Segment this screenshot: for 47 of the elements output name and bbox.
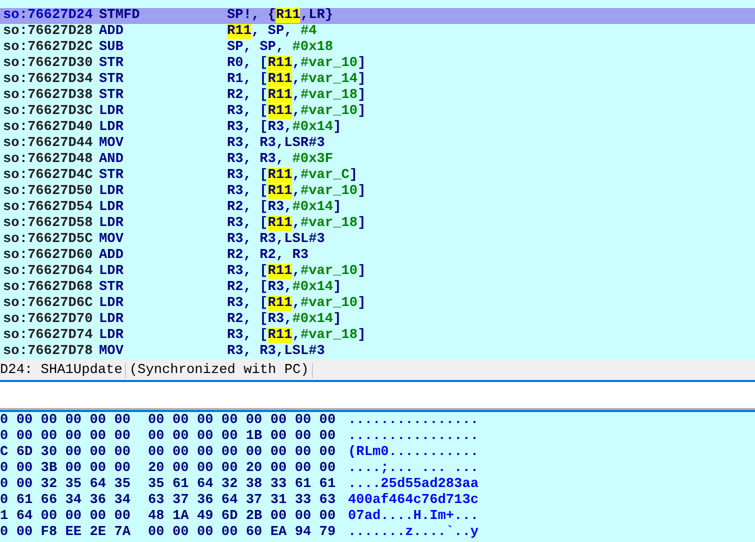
ascii-text: (RLm0...........: [348, 445, 479, 461]
disassembly-line[interactable]: so:76627D78 MOV R3, R3,LSL#3: [0, 344, 755, 360]
disassembly-line[interactable]: so:76627D70 LDR R2, [R3,#0x14]: [0, 312, 755, 328]
hex-bytes: 00 00 00 00 00 00 00 00: [148, 413, 337, 429]
hex-bytes: 0 61 66 34 36 34: [0, 493, 132, 509]
hex-bytes: 0 00 00 00 00 00: [0, 413, 132, 429]
disassembly-line[interactable]: so:76627D54 LDR R2, [R3,#0x14]: [0, 200, 755, 216]
hex-bytes: 48 1A 49 6D 2B 00 00 00: [148, 509, 337, 525]
disassembly-line[interactable]: so:76627D48 AND R3, R3, #0x3F: [0, 152, 755, 168]
disassembly-line[interactable]: so:76627D50 LDR R3, [R11,#var_10]: [0, 184, 755, 200]
ascii-text: .......z....`..y: [348, 525, 479, 541]
disassembly-line[interactable]: so:76627D38 STR R2, [R11,#var_18]: [0, 88, 755, 104]
hex-bytes: C 6D 30 00 00 00: [0, 445, 132, 461]
hex-bytes: 35 61 64 32 38 33 61 61: [148, 477, 337, 493]
hex-bytes: 63 37 36 64 37 31 33 63: [148, 493, 337, 509]
hex-bytes: 0 00 F8 EE 2E 7A: [0, 525, 132, 541]
disassembly-line[interactable]: so:76627D3C LDR R3, [R11,#var_10]: [0, 104, 755, 120]
disassembly-line[interactable]: so:76627D34 STR R1, [R11,#var_14]: [0, 72, 755, 88]
disassembly-line[interactable]: so:76627D2C SUB SP, SP, #0x18: [0, 40, 755, 56]
disassembly-line[interactable]: so:76627D58 LDR R3, [R11,#var_18]: [0, 216, 755, 232]
disassembly-line[interactable]: so:76627D60 ADD R2, R2, R3: [0, 248, 755, 264]
disassembly-line[interactable]: so:76627D30 STR R0, [R11,#var_10]: [0, 56, 755, 72]
hex-bytes: 0 00 00 00 00 00: [0, 429, 132, 445]
hex-bytes: 20 00 00 00 20 00 00 00: [148, 461, 337, 477]
ascii-text: 07ad....H.Im+...: [348, 509, 479, 525]
hex-bytes: 0 00 3B 00 00 00: [0, 461, 132, 477]
hex-bytes: 00 00 00 00 00 00 00 00: [148, 445, 337, 461]
disassembly-line[interactable]: so:76627D28 ADD R11, SP, #4: [0, 24, 755, 40]
ascii-text: ....25d55ad283aa: [348, 477, 479, 493]
disassembly-line[interactable]: so:76627D6C LDR R3, [R11,#var_10]: [0, 296, 755, 312]
status-location: D24: SHA1Update: [0, 362, 126, 378]
disassembly-line[interactable]: so:76627D4C STR R3, [R11,#var_C]: [0, 168, 755, 184]
ascii-text: ................: [348, 429, 479, 445]
disassembly-line[interactable]: so:76627D44 MOV R3, R3,LSR#3: [0, 136, 755, 152]
ascii-text: ................: [348, 413, 479, 429]
hex-bytes: 1 64 00 00 00 00: [0, 509, 132, 525]
hex-bytes: 00 00 00 00 1B 00 00 00: [148, 429, 337, 445]
disassembly-line[interactable]: so:76627D68 STR R2, [R3,#0x14]: [0, 280, 755, 296]
hex-bytes: 0 00 32 35 64 35: [0, 477, 132, 493]
disassembly-line[interactable]: so:76627D5C MOV R3, R3,LSL#3: [0, 232, 755, 248]
disassembly-line[interactable]: so:76627D74 LDR R3, [R11,#var_18]: [0, 328, 755, 344]
status-sync: (Synchronized with PC): [126, 362, 313, 378]
disassembly-line[interactable]: so:76627D40 LDR R3, [R3,#0x14]: [0, 120, 755, 136]
disassembly-line[interactable]: so:76627D64 LDR R3, [R11,#var_10]: [0, 264, 755, 280]
ascii-text: 400af464c76d713c: [348, 493, 479, 509]
hex-bytes: 00 00 00 00 60 EA 94 79: [148, 525, 337, 541]
ascii-text: ....;... ... ...: [348, 461, 479, 477]
